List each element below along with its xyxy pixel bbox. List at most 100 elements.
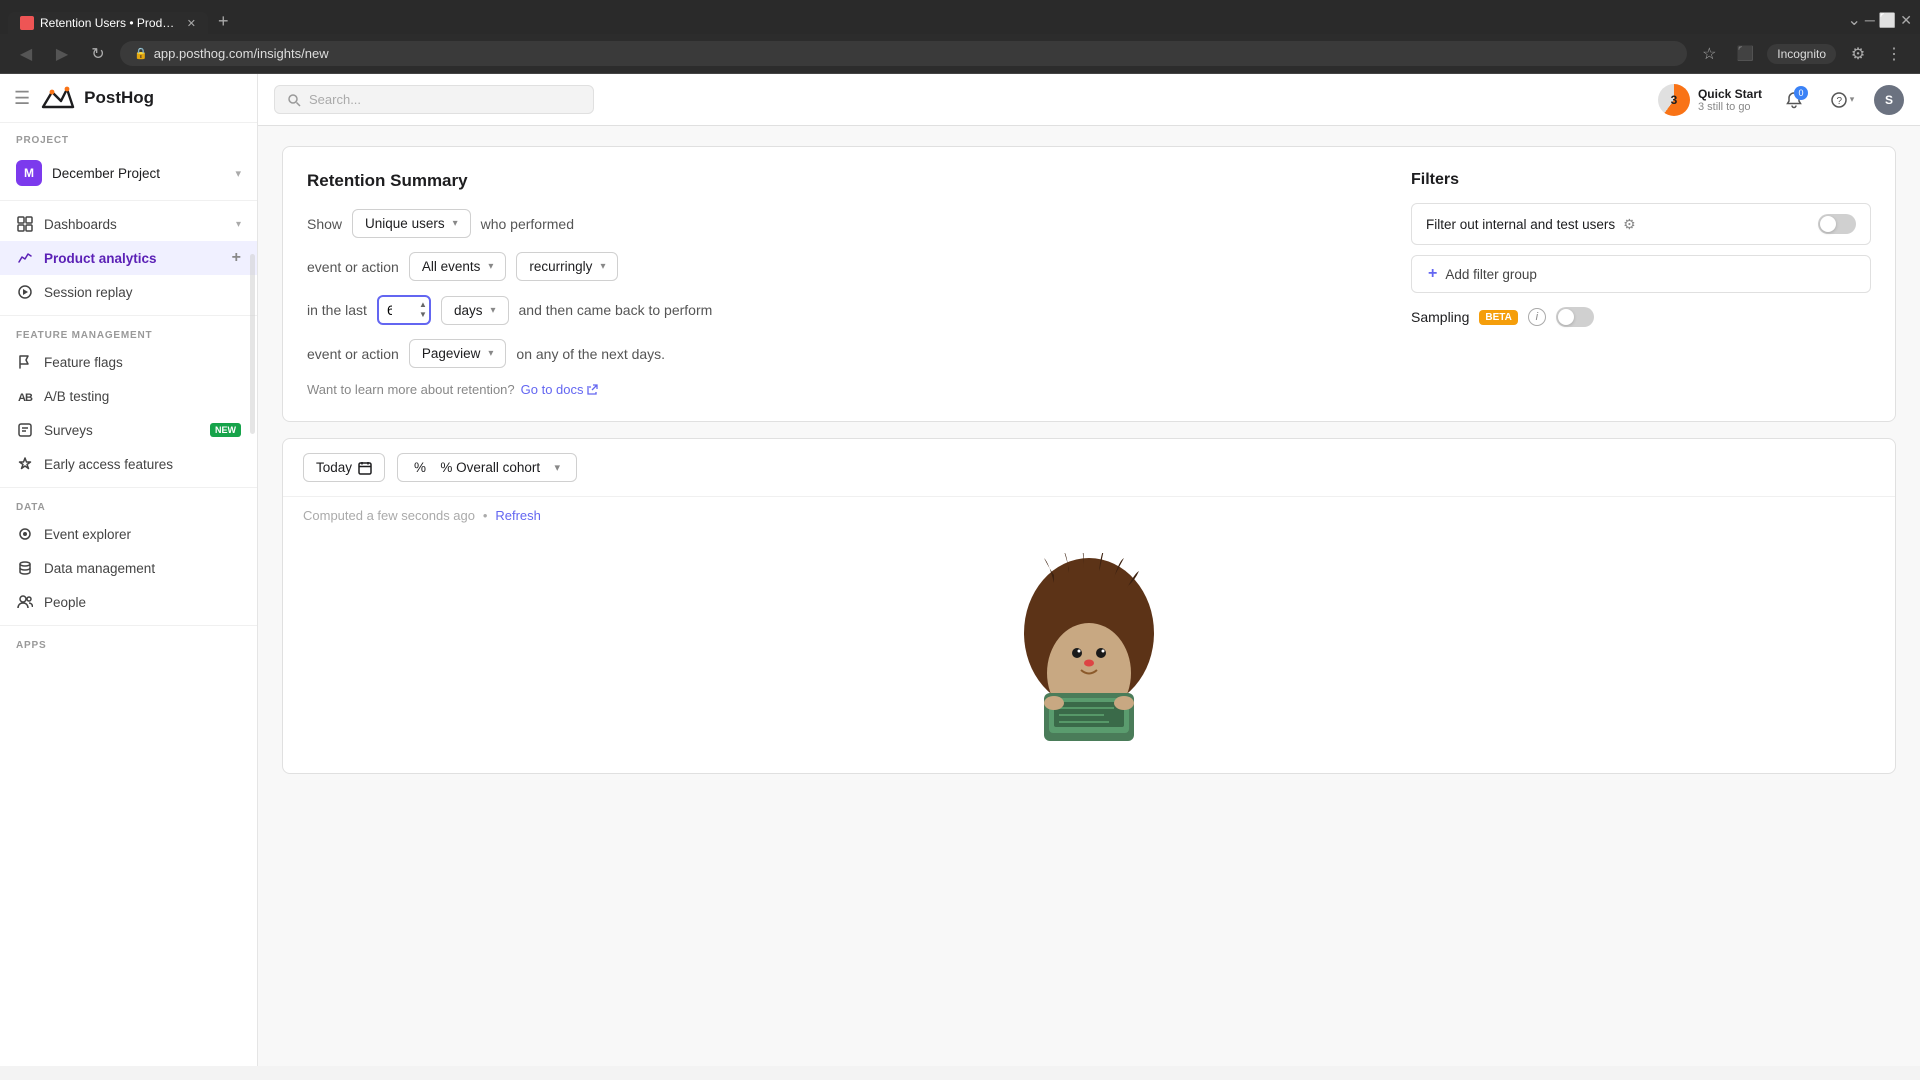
cohort-dropdown[interactable]: % % Overall cohort ▾ (397, 453, 577, 482)
event-explorer-label: Event explorer (44, 527, 241, 542)
svg-text:B: B (25, 392, 33, 404)
sampling-row: Sampling BETA i (1411, 307, 1871, 327)
svg-text:?: ? (1836, 96, 1842, 107)
maximize-button[interactable]: ⬜ (1879, 12, 1896, 29)
add-filter-group-button[interactable]: + Add filter group (1411, 255, 1871, 293)
cohort-text: % Overall cohort (440, 460, 540, 475)
apps-section-label: APPS (0, 632, 257, 655)
dashboards-chevron-icon: ▾ (236, 219, 241, 230)
all-events-dropdown[interactable]: All events ▾ (409, 252, 507, 281)
unique-users-value: Unique users (365, 216, 445, 231)
menu-button[interactable]: ⋮ (1880, 40, 1908, 68)
main-content: Retention Summary Show Unique users ▾ wh… (258, 126, 1920, 1066)
lock-icon: 🔒 (134, 47, 148, 60)
minimize-button[interactable]: ─ (1865, 12, 1875, 28)
recurringly-chevron-icon: ▾ (600, 261, 605, 272)
gear-icon[interactable]: ⚙ (1623, 216, 1636, 233)
sidebar-item-ab-testing[interactable]: AB A/B testing (0, 379, 257, 413)
sidebar-item-product-analytics[interactable]: Product analytics + (0, 241, 257, 275)
close-window-button[interactable]: ✕ (1900, 12, 1912, 29)
logo: PostHog (40, 84, 154, 112)
sidebar-item-event-explorer[interactable]: Event explorer (0, 517, 257, 551)
quick-start-button[interactable]: 3 Quick Start 3 still to go (1658, 84, 1762, 116)
refresh-link[interactable]: Refresh (495, 508, 541, 523)
sidebar: ☰ PostHog PROJECT M December Project ▾ (0, 74, 258, 1066)
sidebar-item-feature-flags[interactable]: Feature flags (0, 345, 257, 379)
search-bar[interactable]: Search... (274, 85, 594, 114)
bookmark-button[interactable]: ☆ (1695, 40, 1723, 68)
retention-two-col: Retention Summary Show Unique users ▾ wh… (307, 171, 1871, 397)
cast-button[interactable]: ⬛ (1731, 40, 1759, 68)
header-actions: 3 Quick Start 3 still to go 0 ? ▾ S (1658, 84, 1904, 116)
product-analytics-icon (16, 249, 34, 267)
on-any-label: on any of the next days. (516, 346, 665, 362)
pageview-value: Pageview (422, 346, 481, 361)
help-button[interactable]: ? ▾ (1826, 84, 1858, 116)
notifications-badge: 0 (1794, 86, 1808, 100)
address-bar[interactable]: 🔒 app.posthog.com/insights/new (120, 41, 1687, 66)
reload-button[interactable]: ↻ (84, 40, 112, 68)
recurringly-dropdown[interactable]: recurringly ▾ (516, 252, 618, 281)
search-icon (287, 93, 301, 107)
empty-state-container (283, 533, 1895, 773)
today-date-button[interactable]: Today (303, 453, 385, 482)
and-then-label: and then came back to perform (519, 302, 713, 318)
data-section-label: DATA (0, 494, 257, 517)
filter-internal-row: Filter out internal and test users ⚙ (1411, 203, 1871, 245)
sampling-toggle[interactable] (1556, 307, 1594, 327)
tab-close-button[interactable]: ✕ (187, 17, 196, 30)
filter-internal-toggle[interactable] (1818, 214, 1856, 234)
hamburger-menu-button[interactable]: ☰ (14, 88, 30, 109)
active-tab[interactable]: Retention Users • Product analy ✕ (8, 12, 208, 34)
filter-internal-text: Filter out internal and test users (1426, 217, 1615, 232)
quick-start-sub: 3 still to go (1698, 101, 1762, 113)
spinner-up-button[interactable]: ▲ (419, 300, 427, 310)
sidebar-item-early-access[interactable]: Early access features (0, 447, 257, 481)
app-header: Search... 3 Quick Start 3 still to go 0 (258, 74, 1920, 126)
sidebar-scrollbar[interactable] (250, 254, 255, 434)
session-replay-label: Session replay (44, 285, 241, 300)
incognito-button[interactable]: Incognito (1767, 44, 1836, 64)
retention-row-1: Show Unique users ▾ who performed (307, 209, 1387, 238)
sidebar-item-data-management[interactable]: Data management (0, 551, 257, 585)
surveys-icon (16, 421, 34, 439)
sampling-toggle-knob (1558, 309, 1574, 325)
forward-button[interactable]: ▶ (48, 40, 76, 68)
days-dropdown[interactable]: days ▾ (441, 296, 509, 325)
sidebar-item-dashboards[interactable]: Dashboards ▾ (0, 207, 257, 241)
quick-start-label: Quick Start (1698, 87, 1762, 101)
docs-text: Want to learn more about retention? (307, 382, 515, 397)
help-icon: ? (1830, 91, 1848, 109)
project-name: December Project (52, 166, 225, 181)
notifications-button[interactable]: 0 (1778, 84, 1810, 116)
sidebar-item-people[interactable]: People (0, 585, 257, 619)
docs-link[interactable]: Go to docs (521, 382, 598, 397)
retention-summary-card: Retention Summary Show Unique users ▾ wh… (282, 146, 1896, 422)
product-analytics-add-button[interactable]: + (232, 249, 241, 267)
days-number-input[interactable]: 6 ▲ ▼ (377, 295, 431, 325)
spinner-down-button[interactable]: ▼ (419, 310, 427, 320)
back-button[interactable]: ◀ (12, 40, 40, 68)
days-chevron-icon: ▾ (490, 305, 495, 316)
sidebar-item-surveys[interactable]: Surveys NEW (0, 413, 257, 447)
event-explorer-icon (16, 525, 34, 543)
project-selector[interactable]: M December Project ▾ (0, 150, 257, 196)
new-tab-button[interactable]: + (210, 11, 237, 32)
unique-users-dropdown[interactable]: Unique users ▾ (352, 209, 471, 238)
chart-card: Today % % Overall cohort ▾ Computed a fe… (282, 438, 1896, 774)
pageview-dropdown[interactable]: Pageview ▾ (409, 339, 507, 368)
sidebar-item-session-replay[interactable]: Session replay (0, 275, 257, 309)
sampling-info-icon[interactable]: i (1528, 308, 1546, 326)
retention-left-col: Retention Summary Show Unique users ▾ wh… (307, 171, 1387, 397)
in-the-last-label: in the last (307, 302, 367, 318)
spinner-buttons[interactable]: ▲ ▼ (419, 300, 427, 321)
dashboards-label: Dashboards (44, 217, 226, 232)
computed-row: Computed a few seconds ago • Refresh (283, 497, 1895, 533)
extensions-button[interactable]: ⚙ (1844, 40, 1872, 68)
address-text: app.posthog.com/insights/new (154, 46, 329, 61)
cohort-chevron-icon: ▾ (555, 461, 561, 474)
user-avatar-button[interactable]: S (1874, 85, 1904, 115)
quick-start-text-group: Quick Start 3 still to go (1698, 87, 1762, 113)
filters-title: Filters (1411, 171, 1871, 189)
tab-dropdown-button[interactable]: ⌄ (1848, 10, 1861, 30)
